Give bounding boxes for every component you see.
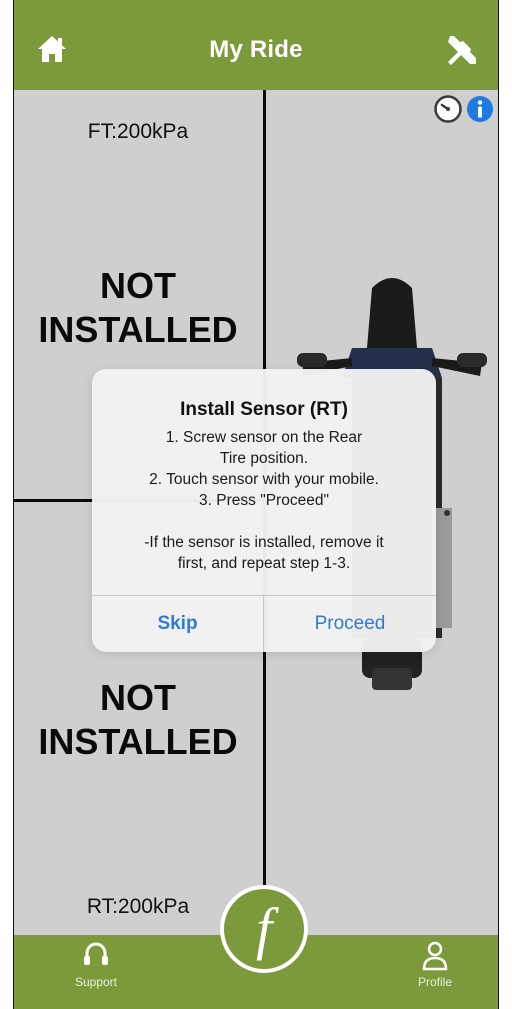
- dialog-title: Install Sensor (RT): [180, 399, 348, 420]
- proceed-button[interactable]: Proceed: [264, 596, 436, 652]
- app-screen: My Ride FT:200kPa NOT INSTALLED NOT INST…: [13, 0, 499, 1009]
- dialog-message: 1. Screw sensor on the Rear Tire positio…: [144, 429, 384, 572]
- front-status-line1: NOT: [100, 265, 176, 306]
- tab-profile[interactable]: Profile: [390, 939, 480, 989]
- page-title: My Ride: [209, 36, 303, 63]
- rear-status-line2: INSTALLED: [38, 721, 238, 762]
- top-nav-bar: My Ride: [14, 0, 498, 90]
- front-status-line2: INSTALLED: [38, 309, 238, 350]
- rear-status-line1: NOT: [100, 677, 176, 718]
- status-icons: [434, 95, 496, 125]
- rear-sensor-status[interactable]: NOT INSTALLED: [14, 676, 262, 764]
- tab-profile-label: Profile: [417, 975, 452, 989]
- gauge-icon[interactable]: [434, 95, 462, 123]
- tools-icon[interactable]: [444, 32, 480, 68]
- tab-support-label: Support: [74, 975, 118, 989]
- tab-support[interactable]: Support: [51, 939, 141, 989]
- install-sensor-dialog: Install Sensor (RT) 1. Screw sensor on t…: [92, 369, 436, 652]
- front-tire-pressure: FT:200kPa: [87, 120, 189, 143]
- headset-icon: [84, 942, 108, 965]
- front-sensor-status[interactable]: NOT INSTALLED: [14, 264, 262, 352]
- profile-icon: [422, 941, 448, 971]
- info-icon[interactable]: [466, 95, 494, 123]
- brand-logo-button[interactable]: f: [219, 884, 309, 974]
- skip-button[interactable]: Skip: [92, 596, 263, 652]
